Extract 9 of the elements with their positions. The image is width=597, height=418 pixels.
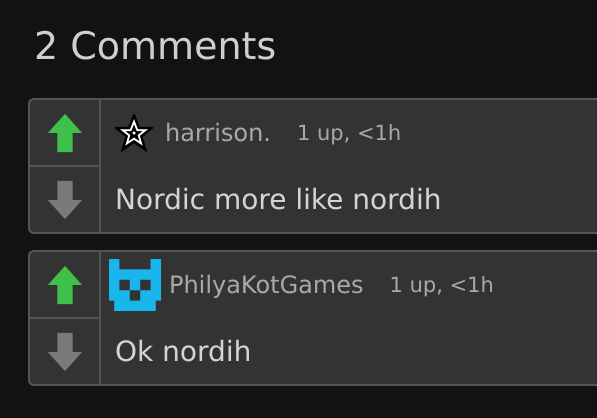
comment-meta: 1 up, <1h: [296, 121, 402, 145]
comment-text: Ok nordih: [115, 334, 252, 370]
star-icon: [115, 114, 153, 152]
username-link[interactable]: PhilyaKotGames: [169, 271, 364, 299]
comments-heading: 2 Comments: [34, 23, 278, 70]
pixel-cat-icon: [109, 259, 161, 311]
username-link[interactable]: harrison.: [165, 119, 271, 147]
comment-text: Nordic more like nordih: [115, 182, 442, 218]
comment-meta: 1 up, <1h: [390, 273, 494, 297]
